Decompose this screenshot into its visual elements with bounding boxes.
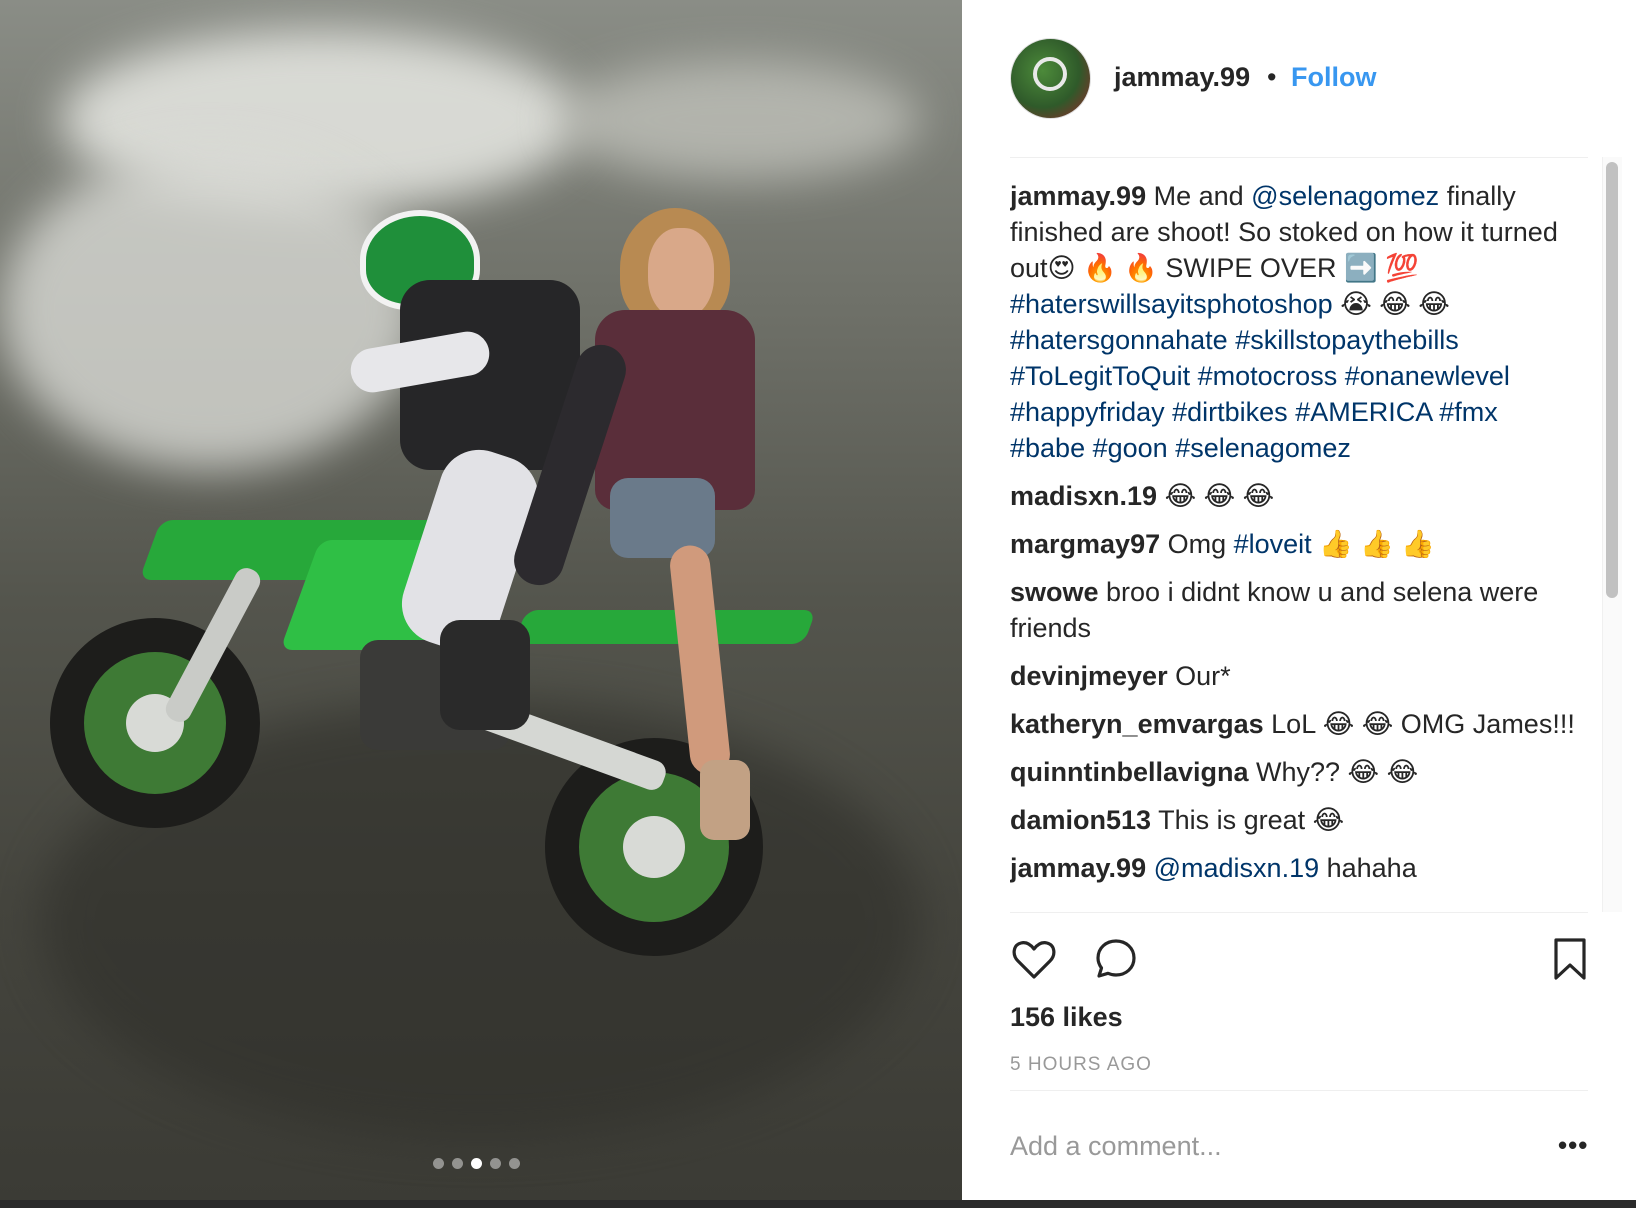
hashtag-link[interactable]: #loveit <box>1234 529 1312 559</box>
background-highlight <box>560 60 920 180</box>
background-highlight <box>0 150 420 470</box>
comment-text: Me and <box>1146 181 1252 211</box>
comment-text: 😭 😂 😂 <box>1332 289 1450 319</box>
carousel-dot[interactable] <box>471 1158 482 1169</box>
hashtag-link[interactable]: #skillstopaythebills <box>1235 325 1459 355</box>
comment-username[interactable]: katheryn_emvargas <box>1010 709 1264 739</box>
comment-username[interactable]: margmay97 <box>1010 529 1160 559</box>
avatar[interactable] <box>1010 38 1091 119</box>
comment-text: 👍 👍 👍 <box>1311 529 1436 559</box>
post-photo[interactable] <box>0 0 962 1200</box>
comment-username[interactable]: devinjmeyer <box>1010 661 1168 691</box>
header-username[interactable]: jammay.99 <box>1114 62 1250 93</box>
hashtag-link[interactable]: #dirtbikes <box>1172 397 1288 427</box>
comment-input[interactable] <box>1010 1126 1490 1166</box>
comment-text: Why?? 😂 😂 <box>1248 757 1419 787</box>
comment-text: Our* <box>1167 661 1231 691</box>
comment-text <box>1190 361 1198 391</box>
comment-username[interactable]: jammay.99 <box>1010 853 1146 883</box>
action-bar <box>1010 935 1590 985</box>
comment-item: devinjmeyer Our* <box>1010 658 1580 694</box>
bookmark-icon[interactable] <box>1546 935 1594 983</box>
comment-text: 😂 😂 😂 <box>1157 481 1275 511</box>
comment-username[interactable]: madisxn.19 <box>1010 481 1157 511</box>
comment-text <box>1337 361 1345 391</box>
hashtag-link[interactable]: @madisxn.19 <box>1154 853 1319 883</box>
comment-text <box>1146 853 1154 883</box>
comment-item: damion513 This is great 😂 <box>1010 802 1580 838</box>
comment-text: hahaha <box>1319 853 1417 883</box>
comment-username[interactable]: quinntinbellavigna <box>1010 757 1249 787</box>
bike-rear-fender <box>513 610 817 644</box>
heart-icon[interactable] <box>1010 935 1058 983</box>
hashtag-link[interactable]: #haterswillsayitsphotoshop <box>1010 289 1333 319</box>
comment-bubble-icon[interactable] <box>1092 935 1140 983</box>
bike-rear-hub <box>623 816 685 878</box>
caption-text: Me and @selenagomez finally finished are… <box>1010 181 1558 463</box>
hashtag-link[interactable]: #goon <box>1093 433 1168 463</box>
carousel-dot[interactable] <box>490 1158 501 1169</box>
carousel-dot[interactable] <box>509 1158 520 1169</box>
header-divider <box>1010 157 1588 158</box>
avatar-image-detail <box>1033 57 1067 91</box>
post-view: jammay.99 • Follow jammay.99 Me and @sel… <box>0 0 1636 1208</box>
carousel-dot[interactable] <box>452 1158 463 1169</box>
comment-text: Omg <box>1160 529 1234 559</box>
carousel-indicator[interactable] <box>433 1158 520 1169</box>
hashtag-link[interactable]: @selenagomez <box>1251 181 1439 211</box>
hashtag-link[interactable]: #hatersgonnahate <box>1010 325 1228 355</box>
comments-scrollbar[interactable] <box>1606 162 1618 598</box>
post-header: jammay.99 • Follow <box>962 0 1636 157</box>
hashtag-link[interactable]: #AMERICA <box>1295 397 1432 427</box>
comment-item: madisxn.19 😂 😂 😂 <box>1010 478 1580 514</box>
header-separator: • <box>1267 62 1277 92</box>
hashtag-link[interactable]: #selenagomez <box>1175 433 1351 463</box>
post-side-panel: jammay.99 • Follow jammay.99 Me and @sel… <box>962 0 1636 1200</box>
more-options-button[interactable]: ••• <box>1558 1130 1588 1161</box>
comment-item: swowe broo i didnt know u and selena wer… <box>1010 574 1580 646</box>
comment-text: LoL 😂 😂 OMG James!!! <box>1263 709 1575 739</box>
hashtag-link[interactable]: #motocross <box>1198 361 1338 391</box>
comment-text: This is great 😂 <box>1151 805 1345 835</box>
comment-item: katheryn_emvargas LoL 😂 😂 OMG James!!! <box>1010 706 1580 742</box>
comment-username[interactable]: damion513 <box>1010 805 1151 835</box>
comment-username[interactable]: swowe <box>1010 577 1099 607</box>
window-bottom-edge <box>0 1200 1636 1208</box>
hashtag-link[interactable]: #babe <box>1010 433 1085 463</box>
hashtag-link[interactable]: #happyfriday <box>1010 397 1165 427</box>
passenger-face <box>648 228 714 318</box>
comments-list: jammay.99 Me and @selenagomez finally fi… <box>1010 178 1580 912</box>
comment-text <box>1165 397 1173 427</box>
caption: jammay.99 Me and @selenagomez finally fi… <box>1010 178 1580 466</box>
hashtag-link[interactable]: #onanewlevel <box>1345 361 1510 391</box>
actions-divider <box>1010 912 1588 913</box>
comment-item: quinntinbellavigna Why?? 😂 😂 <box>1010 754 1580 790</box>
passenger-shoe <box>700 760 750 840</box>
post-timestamp[interactable]: 5 HOURS AGO <box>1010 1054 1152 1076</box>
caption-username[interactable]: jammay.99 <box>1010 181 1146 211</box>
passenger-shorts <box>610 478 715 558</box>
hashtag-link[interactable]: #ToLegitToQuit <box>1010 361 1190 391</box>
follow-button[interactable]: Follow <box>1291 62 1376 93</box>
hashtag-link[interactable]: #fmx <box>1439 397 1498 427</box>
rider-boot <box>440 620 530 730</box>
comment-item: jammay.99 @madisxn.19 hahaha <box>1010 850 1580 886</box>
carousel-dot[interactable] <box>433 1158 444 1169</box>
comment-item: margmay97 Omg #loveit 👍 👍 👍 <box>1010 526 1580 562</box>
likes-count[interactable]: 156 likes <box>1010 1002 1123 1033</box>
composer-divider <box>1010 1090 1588 1091</box>
comment-text <box>1085 433 1093 463</box>
